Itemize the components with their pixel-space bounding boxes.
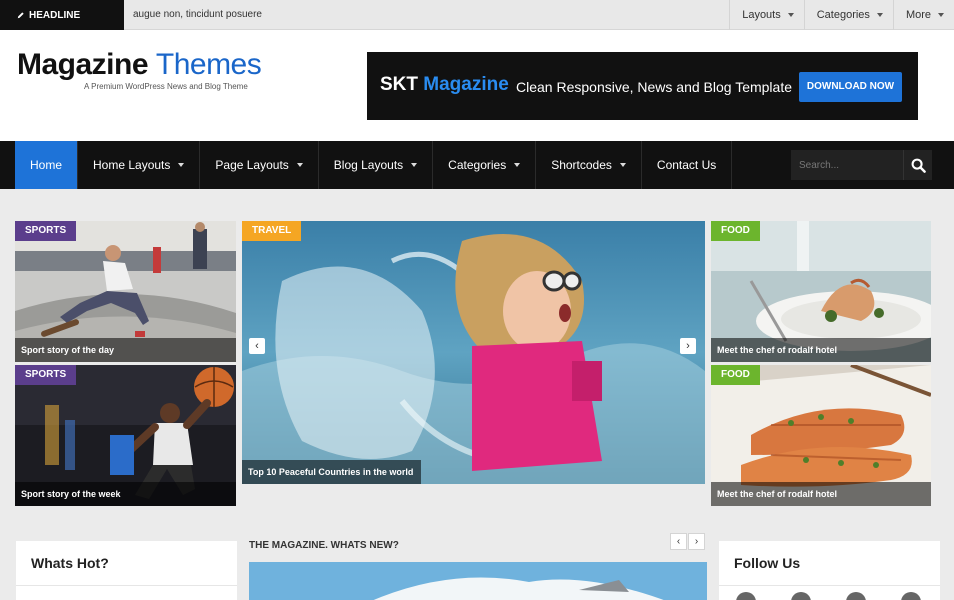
pencil-icon <box>17 11 24 18</box>
top-menu-layouts[interactable]: Layouts <box>729 0 804 30</box>
nav-item-page-layouts[interactable]: Page Layouts <box>200 141 319 189</box>
site-header: Magazine Themes A Premium WordPress News… <box>0 30 954 141</box>
headline-label: HEADLINE <box>29 9 81 21</box>
mountain-image <box>249 562 707 600</box>
chevron-down-icon <box>411 163 418 167</box>
slider-next-button[interactable]: › <box>680 338 696 354</box>
site-tagline: A Premium WordPress News and Blog Theme <box>84 82 248 91</box>
nav-item-contact-us[interactable]: Contact Us <box>642 141 733 189</box>
featured-tile-sports-day[interactable]: SPORTS Sport story of the day <box>15 221 236 362</box>
banner-brand-a: SKT <box>380 74 418 95</box>
divider <box>16 585 237 586</box>
top-menu-label: Layouts <box>742 9 781 21</box>
chevron-down-icon <box>938 13 944 17</box>
magazine-next-button[interactable]: › <box>688 533 705 550</box>
nav-item-home-layouts[interactable]: Home Layouts <box>78 141 201 189</box>
nav-item-home[interactable]: Home <box>15 141 79 189</box>
divider <box>719 585 940 586</box>
category-badge[interactable]: FOOD <box>711 221 760 241</box>
featured-tile-sports-week[interactable]: SPORTS Sport story of the week <box>15 365 236 506</box>
featured-tile-food-2[interactable]: FOOD Meet the chef of rodalf hotel <box>711 365 931 506</box>
nav-label: Blog Layouts <box>333 158 404 172</box>
chevron-down-icon <box>178 163 185 167</box>
nav-label: Contact Us <box>656 158 717 172</box>
magazine-prev-button[interactable]: ‹ <box>670 533 687 550</box>
main-nav: Home Home Layouts Page Layouts Blog Layo… <box>0 141 954 189</box>
logo-thin-text: Themes <box>155 48 262 81</box>
nav-label: Page Layouts <box>215 158 289 172</box>
top-menu-label: More <box>905 9 931 21</box>
download-now-button[interactable]: DOWNLOAD NOW <box>799 72 902 102</box>
nav-item-categories[interactable]: Categories <box>433 141 537 189</box>
news-ticker[interactable]: augue non, tincidunt posuere <box>133 0 262 30</box>
site-logo[interactable]: Magazine Themes <box>17 48 262 82</box>
tile-caption[interactable]: Meet the chef of rodalf hotel <box>711 338 931 362</box>
magazine-section-title: THE MAGAZINE. WHATS NEW? <box>249 540 399 551</box>
follow-us-panel: Follow Us <box>719 541 940 600</box>
nav-label: Shortcodes <box>551 158 612 172</box>
chevron-down-icon <box>296 163 303 167</box>
banner-brand-b: Magazine <box>423 74 509 95</box>
search-button[interactable] <box>903 150 932 180</box>
whats-hot-title: Whats Hot? <box>31 555 109 571</box>
nav-item-blog-layouts[interactable]: Blog Layouts <box>319 141 434 189</box>
slider-prev-button[interactable]: ‹ <box>249 338 265 354</box>
chevron-down-icon <box>619 163 626 167</box>
search-input[interactable] <box>791 150 903 180</box>
tile-caption[interactable]: Sport story of the week <box>15 482 236 506</box>
nav-label: Categories <box>448 158 507 172</box>
nav-item-shortcodes[interactable]: Shortcodes <box>536 141 642 189</box>
tile-caption[interactable]: Sport story of the day <box>15 338 236 362</box>
nav-label: Home <box>30 158 63 172</box>
banner-text: Clean Responsive, News and Blog Template <box>516 79 793 95</box>
header-ad-banner[interactable]: SKT Magazine Clean Responsive, News and … <box>367 52 918 120</box>
banner-brand: SKT Magazine <box>380 74 509 96</box>
chevron-down-icon <box>876 13 883 17</box>
nav-search <box>791 150 932 180</box>
logo-bold-text: Magazine <box>17 48 149 81</box>
whats-hot-panel: Whats Hot? <box>16 541 237 600</box>
top-menu-more[interactable]: More <box>892 0 954 30</box>
category-badge[interactable]: SPORTS <box>15 365 77 385</box>
magazine-feature-image[interactable] <box>249 562 707 600</box>
top-bar: HEADLINE augue non, tincidunt posuere La… <box>0 0 954 30</box>
top-menu: Layouts Categories More <box>729 0 954 30</box>
top-menu-label: Categories <box>816 9 870 21</box>
category-badge[interactable]: SPORTS <box>15 221 77 241</box>
featured-tile-food-1[interactable]: FOOD Meet the chef of rodalf hotel <box>711 221 931 362</box>
tile-caption[interactable]: Meet the chef of rodalf hotel <box>711 482 931 506</box>
category-badge[interactable]: FOOD <box>711 365 760 385</box>
nav-label: Home Layouts <box>93 158 171 172</box>
top-menu-categories[interactable]: Categories <box>803 0 893 30</box>
tile-caption[interactable]: Top 10 Peaceful Countries in the world <box>242 460 422 484</box>
girl-splashing-image <box>242 221 705 484</box>
search-icon <box>911 158 926 173</box>
headline-badge: HEADLINE <box>0 0 124 30</box>
follow-us-title: Follow Us <box>734 555 801 571</box>
featured-slider-travel[interactable]: TRAVEL ‹ › Top 10 Peaceful Countries in … <box>242 221 705 484</box>
chevron-down-icon <box>514 163 521 167</box>
category-badge[interactable]: TRAVEL <box>242 221 302 241</box>
chevron-down-icon <box>787 13 794 17</box>
